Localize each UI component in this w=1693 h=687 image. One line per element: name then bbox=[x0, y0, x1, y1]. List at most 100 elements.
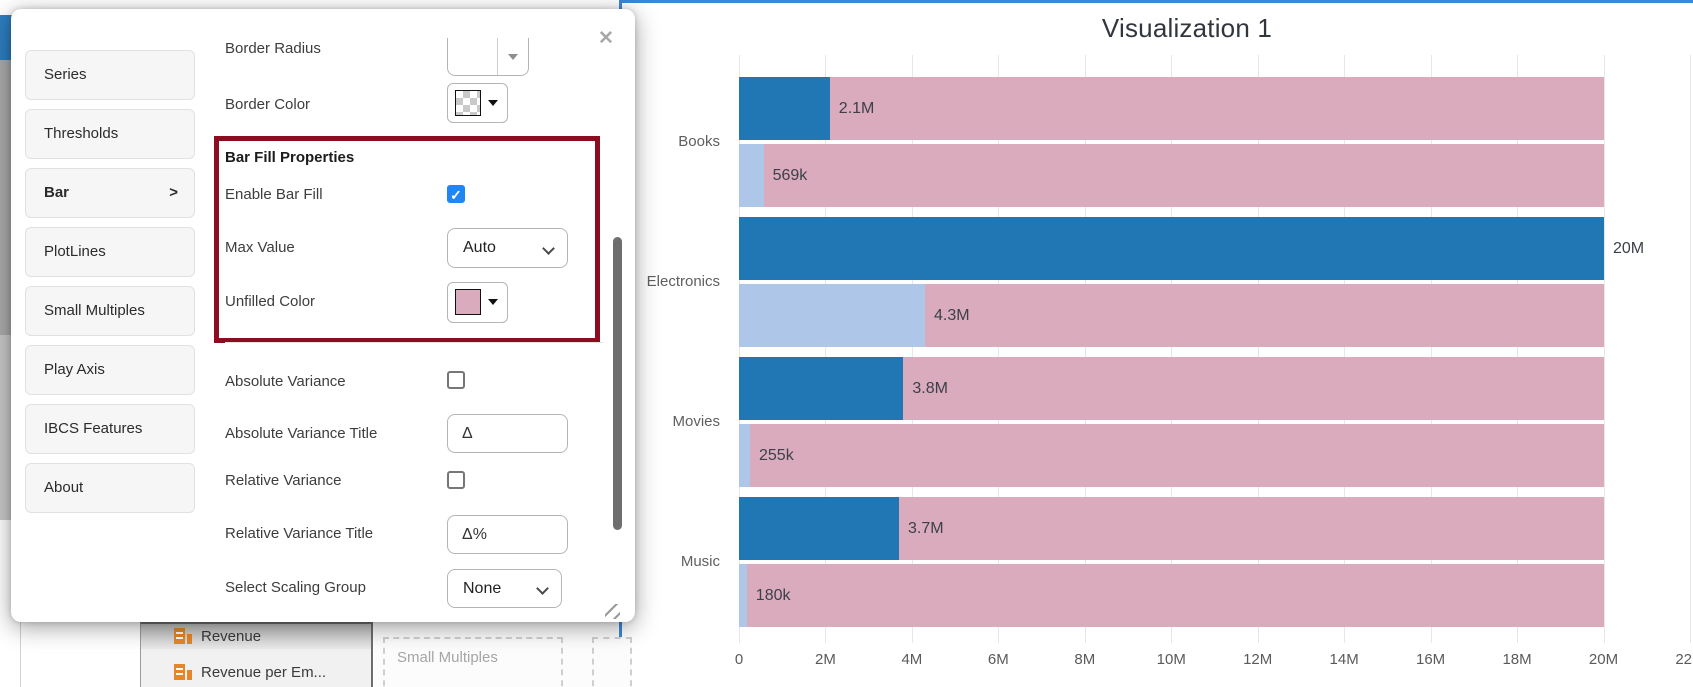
bar-fill[interactable] bbox=[739, 564, 747, 627]
bar-fill[interactable] bbox=[739, 217, 1604, 280]
chevron-down-icon bbox=[536, 582, 549, 595]
dialog-resize-handle[interactable] bbox=[605, 604, 620, 619]
screen: Visualization 1 0 2M 4M 6M 8M 10M 12M 14M 16M 18M… bbox=[0, 0, 1693, 687]
x-tick-label: 22M bbox=[1675, 651, 1693, 668]
bar-value-label: 3.8M bbox=[912, 380, 948, 397]
close-icon[interactable]: ✕ bbox=[594, 27, 618, 51]
small-multiples-drop-zone[interactable]: Small Multiples bbox=[383, 637, 563, 687]
dropdown-arrow-icon bbox=[488, 100, 498, 106]
sidebar-item-small-multiples[interactable]: Small Multiples bbox=[25, 286, 195, 336]
field-row-revenue-per-em[interactable]: Revenue per Em... bbox=[141, 660, 371, 685]
absolute-variance-title-label: Absolute Variance Title bbox=[225, 425, 378, 442]
bar-row: 20M bbox=[739, 217, 1693, 280]
chevron-down-icon bbox=[542, 242, 555, 255]
expand-arrow-icon: > bbox=[169, 184, 178, 201]
enable-bar-fill-label: Enable Bar Fill bbox=[225, 186, 323, 203]
bar-value-label: 180k bbox=[755, 587, 791, 604]
fields-panel: Revenue Revenue per Em... bbox=[140, 622, 373, 687]
category-label: Movies bbox=[672, 413, 720, 430]
absolute-variance-title-input[interactable]: Δ bbox=[447, 414, 568, 453]
field-label: Revenue per Em... bbox=[201, 664, 327, 681]
settings-dialog: ✕ Series Thresholds Bar > PlotLines Small… bbox=[11, 9, 635, 622]
x-tick-label: 8M bbox=[1074, 651, 1096, 668]
bar-value-label: 20M bbox=[1613, 240, 1645, 257]
relative-variance-title-label: Relative Variance Title bbox=[225, 525, 374, 542]
bar-fill[interactable] bbox=[739, 284, 925, 347]
bar-row: 3.7M bbox=[739, 497, 1693, 560]
field-row-revenue[interactable]: Revenue bbox=[141, 624, 371, 649]
x-tick-label: 20M bbox=[1588, 651, 1619, 668]
select-scaling-group-label: Select Scaling Group bbox=[225, 579, 366, 596]
chart-title: Visualization 1 bbox=[1101, 13, 1273, 43]
section-heading: Bar Fill Properties bbox=[225, 149, 355, 166]
x-tick-label: 16M bbox=[1416, 651, 1446, 668]
x-tick-label: 10M bbox=[1156, 651, 1186, 668]
sidebar-item-thresholds[interactable]: Thresholds bbox=[25, 109, 195, 159]
transparent-color-swatch bbox=[455, 90, 481, 116]
absolute-variance-label: Absolute Variance bbox=[225, 373, 346, 390]
x-tick-label: 12M bbox=[1243, 651, 1273, 668]
relative-variance-checkbox[interactable] bbox=[447, 471, 465, 489]
bar-unfilled[interactable] bbox=[739, 144, 1604, 207]
sidebar-item-bar[interactable]: Bar > bbox=[25, 168, 195, 218]
next-drop-zone-partial[interactable] bbox=[592, 637, 632, 687]
drop-zone-label: Small Multiples bbox=[397, 649, 498, 666]
category-label: Electronics bbox=[646, 273, 720, 290]
unfilled-color-label: Unfilled Color bbox=[225, 293, 316, 310]
relative-variance-title-input[interactable]: Δ% bbox=[447, 515, 568, 554]
unfilled-color-picker[interactable] bbox=[447, 282, 508, 323]
unfilled-color-swatch bbox=[455, 289, 481, 315]
border-radius-label: Border Radius bbox=[225, 40, 321, 57]
bar-fill[interactable] bbox=[739, 144, 764, 207]
border-radius-combo[interactable] bbox=[447, 38, 529, 76]
x-tick-label: 0 bbox=[734, 651, 744, 668]
chart-area: Visualization 1 0 2M 4M 6M 8M 10M 12M 14M 16M 18M… bbox=[619, 0, 1693, 687]
max-value-label: Max Value bbox=[225, 239, 295, 256]
x-tick-label: 6M bbox=[987, 651, 1009, 668]
dropdown-arrow-icon bbox=[508, 54, 518, 60]
bar-unfilled[interactable] bbox=[739, 564, 1604, 627]
sidebar-item-ibcs-features[interactable]: IBCS Features bbox=[25, 404, 195, 454]
measure-table-icon bbox=[174, 664, 194, 680]
border-color-picker[interactable] bbox=[447, 83, 508, 123]
absolute-variance-checkbox[interactable] bbox=[447, 371, 465, 389]
x-tick-label: 14M bbox=[1329, 651, 1359, 668]
bar-row: 255k bbox=[739, 424, 1693, 487]
bar-value-label: 3.7M bbox=[908, 520, 944, 537]
max-value-select[interactable]: Auto bbox=[447, 228, 568, 268]
bar-row: 4.3M bbox=[739, 284, 1693, 347]
sidebar-item-plotlines[interactable]: PlotLines bbox=[25, 227, 195, 277]
category-label: Music bbox=[680, 553, 720, 570]
relative-variance-label: Relative Variance bbox=[225, 472, 342, 489]
bar-value-label: 569k bbox=[772, 167, 808, 184]
measure-table-icon bbox=[174, 628, 194, 644]
bar-row: 3.8M bbox=[739, 357, 1693, 420]
border-color-label: Border Color bbox=[225, 96, 311, 113]
category-label: Books bbox=[678, 133, 720, 150]
select-scaling-group-select[interactable]: None bbox=[447, 569, 562, 608]
bar-unfilled[interactable] bbox=[739, 424, 1604, 487]
sidebar-item-play-axis[interactable]: Play Axis bbox=[25, 345, 195, 395]
enable-bar-fill-checkbox[interactable] bbox=[447, 185, 465, 203]
dialog-scrollbar-thumb[interactable] bbox=[613, 237, 622, 530]
bar-fill[interactable] bbox=[739, 77, 830, 140]
pane-divider-line bbox=[20, 622, 21, 687]
bar-row: 180k bbox=[739, 564, 1693, 627]
x-tick-label: 2M bbox=[815, 651, 836, 668]
field-label: Revenue bbox=[201, 628, 262, 645]
bar-value-label: 255k bbox=[759, 447, 794, 464]
bar-fill[interactable] bbox=[739, 424, 750, 487]
sidebar-item-about[interactable]: About bbox=[25, 463, 195, 513]
drop-panel: Small Multiples bbox=[374, 622, 632, 687]
x-tick-label: 18M bbox=[1502, 651, 1532, 668]
bar-fill[interactable] bbox=[739, 497, 899, 560]
section-divider bbox=[225, 342, 603, 343]
bar-row: 569k bbox=[739, 144, 1693, 207]
bar-row: 2.1M bbox=[739, 77, 1693, 140]
bar-value-label: 4.3M bbox=[934, 307, 970, 324]
bar-fill[interactable] bbox=[739, 357, 904, 420]
dropdown-arrow-icon bbox=[488, 299, 498, 305]
x-tick-label: 4M bbox=[901, 651, 923, 668]
sidebar-item-series[interactable]: Series bbox=[25, 50, 195, 100]
bar-value-label: 2.1M bbox=[838, 100, 875, 117]
